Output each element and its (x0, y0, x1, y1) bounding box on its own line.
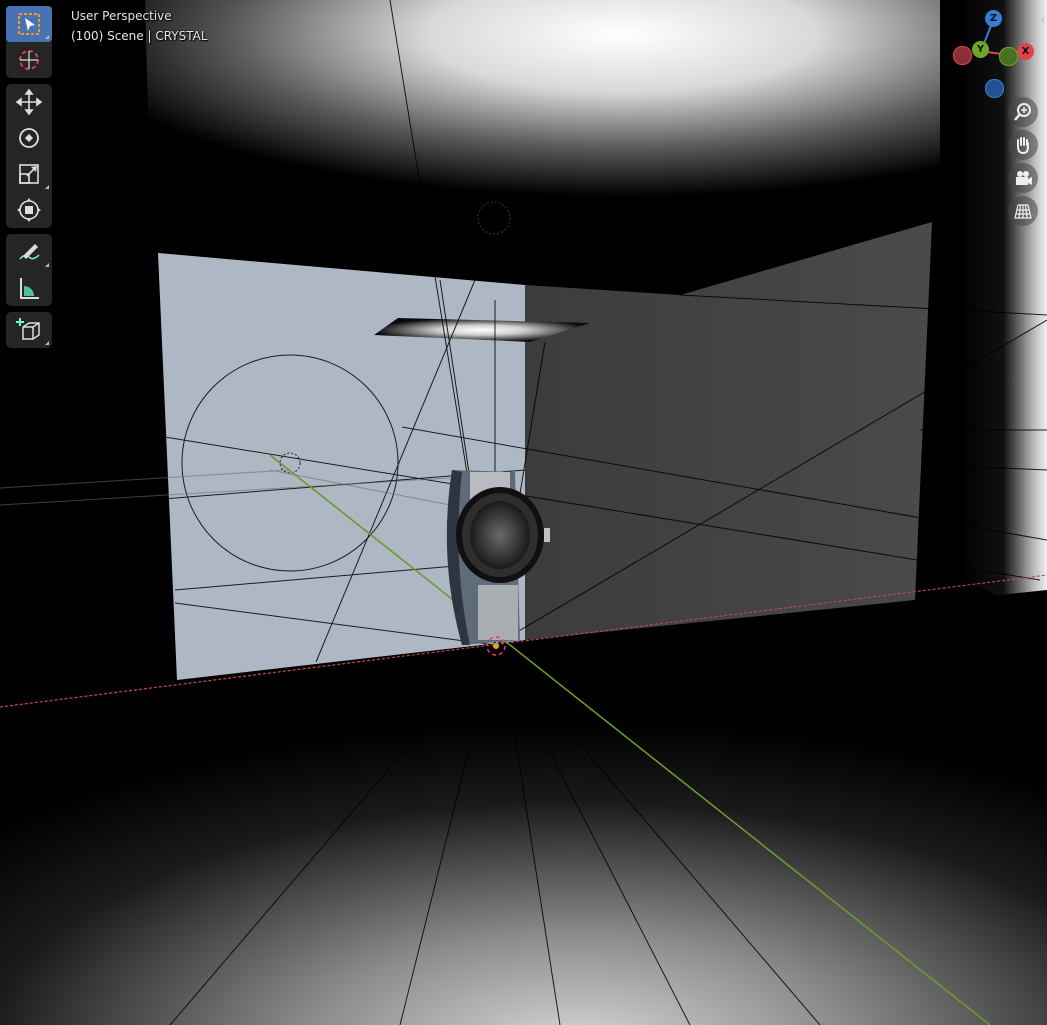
viewport-nav-buttons (1008, 97, 1040, 229)
perspective-toggle-button[interactable] (1008, 196, 1038, 226)
grid-icon (1014, 204, 1032, 219)
view-mode-label: User Perspective (71, 9, 172, 23)
tool-scale[interactable] (6, 156, 52, 192)
3d-viewport[interactable]: User Perspective (100) Scene | CRYSTAL Z… (0, 0, 1047, 1025)
tool-group-transform (6, 84, 52, 228)
rotate-icon (19, 128, 39, 148)
camera-view-button[interactable] (1008, 163, 1038, 193)
tool-select-box[interactable] (6, 6, 52, 42)
tool-move[interactable] (6, 84, 52, 120)
sidebar-toggle-icon[interactable]: ‹ (1040, 12, 1046, 28)
move-icon (15, 88, 43, 116)
hand-icon (1017, 137, 1029, 155)
scene-info-label: (100) Scene | CRYSTAL (71, 29, 208, 43)
tool-measure[interactable] (6, 270, 52, 306)
zoom-icon (1014, 103, 1031, 121)
gizmo-neg-y-axis[interactable] (999, 47, 1018, 66)
tool-rotate[interactable] (6, 120, 52, 156)
zoom-button[interactable] (1008, 97, 1038, 127)
gizmo-z-axis[interactable]: Z (985, 10, 1002, 27)
tool-annotate[interactable] (6, 234, 52, 270)
tool-add-cube[interactable] (6, 312, 52, 348)
select-box-icon (18, 13, 40, 35)
tool-cursor[interactable] (6, 42, 52, 78)
gizmo-neg-z-axis[interactable] (985, 79, 1004, 98)
measure-icon (20, 278, 39, 299)
gizmo-neg-x-axis[interactable] (953, 46, 972, 65)
camera-icon (1016, 171, 1032, 185)
add-cube-icon (16, 318, 40, 340)
annotate-icon (19, 244, 40, 260)
navigation-gizmo[interactable]: Z Y X (945, 6, 1045, 98)
transform-icon (17, 198, 41, 222)
tool-group-select (6, 6, 52, 78)
gizmo-x-axis[interactable]: X (1017, 43, 1034, 60)
tool-group-annotate (6, 234, 52, 306)
scale-icon (19, 164, 39, 184)
tool-shelf (6, 6, 52, 354)
gizmo-y-axis[interactable]: Y (972, 41, 989, 58)
scene-render (0, 0, 1047, 1025)
tool-group-add (6, 312, 52, 348)
pan-button[interactable] (1008, 130, 1038, 160)
tool-transform[interactable] (6, 192, 52, 228)
cursor-icon (19, 50, 39, 70)
